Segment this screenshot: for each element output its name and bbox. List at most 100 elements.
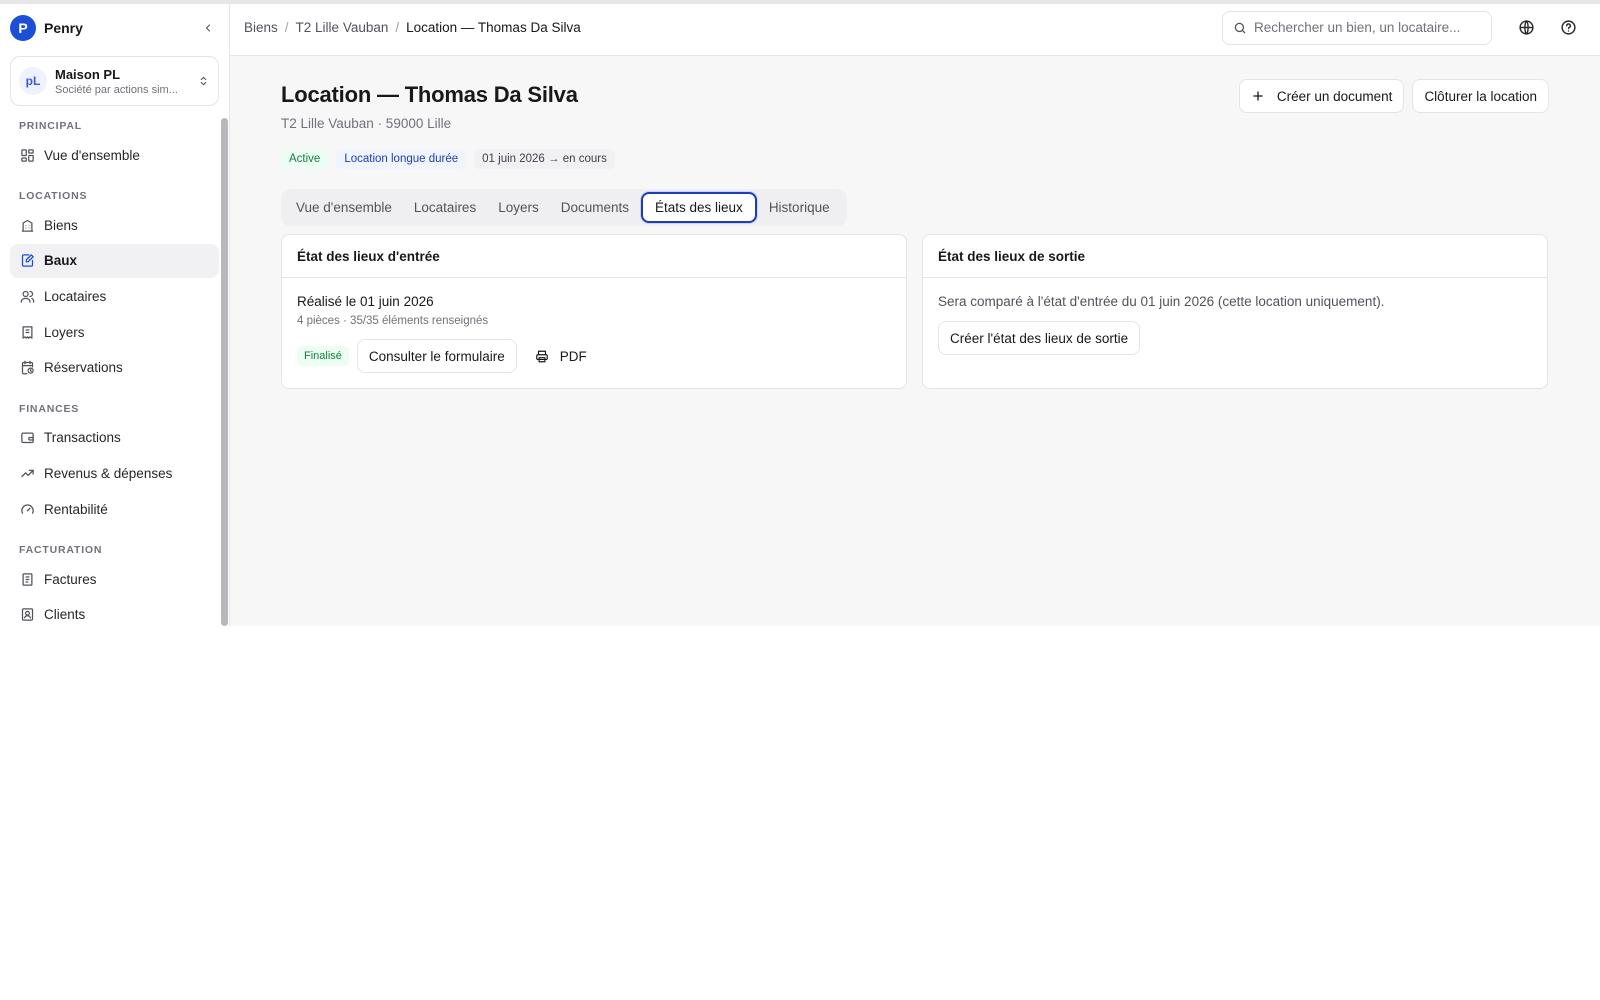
sidebar-nav: PRINCIPAL Vue d'ensemble LOCATIONS Biens…: [0, 106, 229, 626]
breadcrumb-property[interactable]: T2 Lille Vauban: [296, 20, 389, 35]
sidebar-item-label: Factures: [44, 571, 97, 587]
receipt-icon: [19, 324, 35, 340]
search-icon: [1233, 21, 1247, 35]
breadcrumb: Biens / T2 Lille Vauban / Location — Tho…: [244, 20, 1222, 35]
org-text: Maison PL Société par actions sim...: [55, 67, 196, 96]
sidebar-scrollbar[interactable]: [221, 118, 228, 626]
lease-badges: Active Location longue durée 01 juin 202…: [281, 149, 1549, 169]
calendar-clock-icon: [19, 360, 35, 376]
status-badge: Active: [281, 149, 329, 169]
topbar: Biens / T2 Lille Vauban / Location — Tho…: [230, 0, 1600, 56]
header-actions: Créer un document Clôturer la location: [1231, 79, 1549, 113]
exit-card-body: Sera comparé à l'état d'entrée du 01 jui…: [923, 278, 1547, 355]
view-form-button[interactable]: Consulter le formulaire: [356, 339, 517, 373]
brand-name: Penry: [44, 20, 83, 36]
building-icon: [19, 217, 35, 233]
tab-tenants[interactable]: Locataires: [404, 192, 486, 223]
finalized-badge: Finalisé: [297, 346, 349, 366]
org-switcher[interactable]: pL Maison PL Société par actions sim...: [10, 56, 219, 106]
globe-icon: [1518, 20, 1534, 35]
nav-section-locations: LOCATIONS: [19, 190, 88, 202]
trending-up-icon: [19, 465, 35, 481]
lease-edit-icon: [19, 253, 35, 269]
close-lease-button[interactable]: Clôturer la location: [1412, 79, 1549, 113]
wallet-icon: [19, 430, 35, 446]
chevron-left-icon: [205, 24, 211, 32]
view-form-label: Consulter le formulaire: [368, 348, 505, 364]
sidebar-item-overview[interactable]: Vue d'ensemble: [10, 138, 219, 172]
gauge-icon: [19, 501, 35, 517]
lease-content: Location — Thomas Da Silva T2 Lille Vaub…: [230, 56, 1600, 389]
dashboard-icon: [19, 147, 35, 163]
entry-inventory-card: État des lieux d'entrée Réalisé le 01 ju…: [281, 234, 907, 389]
sidebar-item-loyers[interactable]: Loyers: [10, 315, 219, 349]
nav-section-finances: FINANCES: [19, 402, 80, 415]
lease-type-badge: Location longue durée: [336, 149, 467, 169]
create-exit-inventory-button[interactable]: Créer l'état des lieux de sortie: [938, 321, 1141, 355]
entry-done-date: Réalisé le 01 juin 2026: [297, 294, 434, 309]
nav-section-facturation: FACTURATION: [19, 544, 103, 557]
search-input[interactable]: Rechercher un bien, un locataire...: [1222, 10, 1492, 45]
create-exit-label: Créer l'état des lieux de sortie: [950, 330, 1129, 346]
sidebar-item-label: Vue d'ensemble: [44, 147, 140, 163]
sidebar-item-label: Revenus & dépenses: [44, 465, 173, 481]
exit-inventory-card: État des lieux de sortie Sera comparé à …: [922, 234, 1548, 389]
sidebar-item-reservations[interactable]: Réservations: [10, 351, 219, 385]
pdf-button[interactable]: PDF: [523, 339, 599, 373]
exit-description: Sera comparé à l'état d'entrée du 01 jui…: [938, 294, 1385, 309]
lease-period-badge: 01 juin 2026 → en cours: [474, 149, 615, 169]
create-document-button[interactable]: Créer un document: [1238, 79, 1405, 113]
tab-rents[interactable]: Loyers: [488, 192, 549, 223]
pdf-label: PDF: [559, 348, 587, 364]
sidebar-item-transactions[interactable]: Transactions: [10, 421, 219, 455]
sidebar: P Penry pL Maison PL Société par actions…: [0, 0, 230, 626]
exit-card-title: État des lieux de sortie: [923, 235, 1547, 278]
breadcrumb-separator: /: [395, 20, 400, 35]
sidebar-item-locataires[interactable]: Locataires: [10, 279, 219, 313]
breadcrumb-current: Location — Thomas Da Silva: [406, 20, 581, 35]
page-subtitle: T2 Lille Vauban · 59000 Lille: [281, 116, 452, 131]
entry-card-title: État des lieux d'entrée: [282, 235, 906, 278]
sidebar-item-factures[interactable]: Factures: [10, 562, 219, 596]
app-shell: P Penry pL Maison PL Société par actions…: [0, 0, 1600, 626]
sidebar-item-label: Baux: [44, 253, 78, 269]
brand-logo: P: [10, 15, 36, 41]
sidebar-item-biens[interactable]: Biens: [10, 208, 219, 242]
help-button[interactable]: [1550, 10, 1586, 46]
breadcrumb-biens[interactable]: Biens: [244, 20, 278, 35]
inventory-cards: État des lieux d'entrée Réalisé le 01 ju…: [281, 234, 1549, 389]
org-name: Maison PL: [55, 66, 121, 82]
create-document-label: Créer un document: [1276, 88, 1393, 104]
tab-history[interactable]: Historique: [759, 192, 840, 223]
sidebar-item-baux[interactable]: Baux: [10, 243, 219, 278]
brand: P Penry: [0, 0, 229, 56]
top-edge: [0, 0, 1600, 4]
sidebar-item-label: Clients: [44, 607, 86, 623]
org-type: Société par actions sim...: [55, 83, 178, 96]
sidebar-item-label: Locataires: [44, 288, 107, 304]
breadcrumb-separator: /: [284, 20, 289, 35]
search-placeholder: Rechercher un bien, un locataire...: [1254, 20, 1461, 35]
collapse-sidebar-button[interactable]: [197, 17, 219, 39]
chevrons-up-down-icon: [196, 74, 210, 88]
entry-meta: 4 pièces · 35/35 éléments renseignés: [297, 315, 489, 327]
sidebar-item-label: Transactions: [44, 430, 121, 446]
tab-inventory[interactable]: États des lieux: [641, 192, 757, 223]
tab-documents[interactable]: Documents: [551, 192, 639, 223]
close-lease-label: Clôturer la location: [1424, 88, 1537, 104]
language-button[interactable]: [1508, 10, 1544, 46]
org-avatar: pL: [19, 67, 47, 95]
sidebar-item-revenus[interactable]: Revenus & dépenses: [10, 456, 219, 490]
entry-card-body: Réalisé le 01 juin 2026 4 pièces · 35/35…: [282, 278, 906, 373]
sidebar-item-clients[interactable]: Clients: [10, 598, 219, 626]
main-area: Biens / T2 Lille Vauban / Location — Tho…: [230, 0, 1600, 626]
sidebar-item-label: Biens: [44, 217, 78, 233]
tab-overview[interactable]: Vue d'ensemble: [286, 192, 402, 223]
users-icon: [19, 288, 35, 304]
sidebar-item-rentabilite[interactable]: Rentabilité: [10, 492, 219, 526]
sidebar-item-label: Réservations: [44, 360, 123, 376]
sidebar-item-label: Rentabilité: [44, 501, 108, 517]
printer-icon: [535, 349, 549, 363]
sidebar-item-label: Loyers: [44, 324, 85, 340]
help-circle-icon: [1560, 20, 1576, 35]
